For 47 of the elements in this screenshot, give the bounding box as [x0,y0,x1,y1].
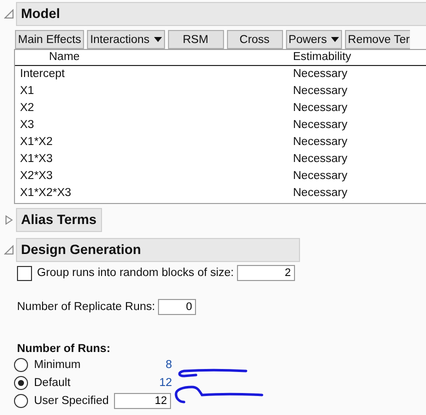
column-header: Name [48,51,81,65]
model-button[interactable]: Interactions [87,30,165,49]
field-label: Number of Replicate Runs: [17,301,156,313]
table-cell-text: X1*X2 [19,135,54,150]
table-cell-text: Necessary [293,118,348,133]
model-button[interactable]: Remove Ter [344,30,410,49]
model-button[interactable]: Main Effects [15,30,84,49]
run-count-field[interactable]: 12 [114,392,171,408]
table-cell-text: Necessary [293,152,348,167]
section-header[interactable]: Model [16,2,426,26]
table-cell-text: X1*X2*X3 [19,186,72,201]
table-cell-text: Intercept [19,67,66,82]
radio-label: User Specified [34,394,110,406]
column-header: Estimability [293,51,352,65]
table-cell-text: X2 [19,101,36,116]
radio-button[interactable] [14,376,28,390]
table-cell-text: Necessary [293,101,348,116]
block-size-field[interactable]: 2 [236,265,295,281]
disclosure-icon[interactable] [4,9,14,19]
table-cell-text: X3 [19,118,36,133]
disclosure-icon[interactable] [4,245,14,255]
section-header[interactable]: Design Generation [16,238,300,262]
table-cell-text: X2*X3 [19,169,54,184]
group-title: Number of Runs: [17,343,112,355]
table-cell-text: X1 [19,84,36,99]
table-cell-text: Necessary [293,135,348,150]
table-cell-text: Necessary [293,169,348,184]
run-count: 8 [164,358,172,370]
checkbox[interactable] [17,266,32,280]
run-count: 12 [158,376,172,388]
model-button[interactable]: Cross [226,30,283,49]
table-cell-text: Necessary [293,67,348,82]
replicate-runs-field[interactable]: 0 [158,299,196,315]
radio-button[interactable] [14,358,28,372]
table-cell-text: Necessary [293,186,348,201]
section-header[interactable]: Alias Terms [16,208,102,232]
radio-label: Default [34,376,72,388]
radio-button[interactable] [14,394,28,408]
disclosure-icon[interactable] [4,215,14,225]
table-cell-text: X1*X3 [19,152,54,167]
model-button[interactable]: Powers [286,30,342,49]
checkbox-label: Group runs into random blocks of size: [37,267,234,279]
caret-icon [154,37,162,42]
table-cell-text: Necessary [293,84,348,99]
caret-icon [330,37,339,42]
model-button[interactable]: RSM [168,30,224,49]
radio-label: Minimum [34,358,82,370]
